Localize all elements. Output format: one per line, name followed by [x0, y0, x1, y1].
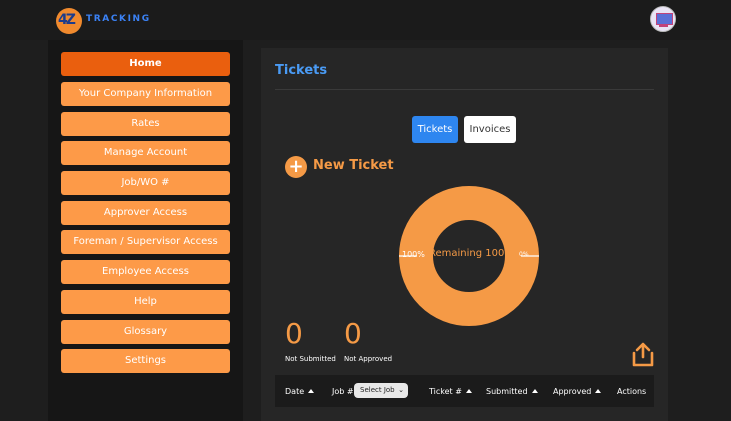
job-select[interactable]: Select Job ⌄ — [354, 383, 408, 398]
column-label: Actions — [617, 387, 647, 396]
column-label: Approved — [553, 387, 592, 396]
column-actions: Actions — [617, 387, 646, 396]
donut-label-left: 100% — [402, 250, 425, 259]
sort-up-icon — [465, 389, 472, 393]
stat-not-submitted: 0 Not Submitted — [285, 317, 336, 364]
column-label: Ticket # — [429, 387, 462, 396]
chevron-down-icon: ⌄ — [398, 386, 404, 394]
column-approved[interactable]: Approved — [553, 387, 602, 396]
top-header: 4Z TRACKING — [0, 0, 731, 40]
sidebar-item-approver-access[interactable]: Approver Access — [61, 201, 230, 225]
column-ticket[interactable]: Ticket # — [429, 387, 472, 396]
stat-not-approved: 0 Not Approved — [344, 317, 393, 364]
donut-center-label: Remaining 100% — [429, 248, 514, 259]
sidebar-item-company-information[interactable]: Your Company Information — [61, 82, 230, 106]
sort-up-icon — [308, 389, 315, 393]
sidebar-item-employee-access[interactable]: Employee Access — [61, 260, 230, 284]
stat-label: Not Approved — [344, 355, 393, 363]
logo-mark: 4Z — [58, 12, 76, 28]
column-job: Job # — [332, 387, 354, 396]
tab-tickets[interactable]: Tickets — [412, 116, 458, 143]
stat-label: Not Submitted — [285, 355, 336, 363]
sidebar-item-help[interactable]: Help — [61, 290, 230, 314]
donut-label-right: 0% — [519, 251, 529, 258]
sort-up-icon — [531, 389, 538, 393]
sidebar-item-manage-account[interactable]: Manage Account — [61, 141, 230, 165]
column-submitted[interactable]: Submitted — [486, 387, 538, 396]
tab-invoices[interactable]: Invoices — [464, 116, 516, 143]
sidebar: Home Your Company Information Rates Mana… — [48, 40, 243, 421]
column-label: Date — [285, 387, 305, 396]
job-select-value: Select Job — [360, 386, 395, 394]
column-label: Submitted — [486, 387, 528, 396]
column-label: Job # — [332, 387, 354, 396]
new-ticket-label: New Ticket — [313, 158, 394, 173]
stat-value: 0 — [344, 317, 362, 350]
page-title: Tickets — [275, 63, 328, 78]
tickets-table-header: Date Job # Select Job ⌄ Ticket # Submitte… — [275, 375, 654, 407]
user-avatar[interactable] — [650, 6, 676, 32]
sidebar-item-job-wo[interactable]: Job/WO # — [61, 171, 230, 195]
share-upload-icon[interactable] — [631, 342, 655, 368]
sidebar-item-glossary[interactable]: Glossary — [61, 320, 230, 344]
column-date[interactable]: Date — [285, 387, 315, 396]
app-logo[interactable]: 4Z TRACKING — [56, 7, 149, 35]
logo-text: TRACKING — [86, 14, 151, 24]
sidebar-item-home[interactable]: Home — [61, 52, 230, 76]
main-panel: Tickets Tickets Invoices + New Ticket 10… — [261, 48, 668, 421]
avatar-stand — [659, 24, 668, 27]
stat-value: 0 — [285, 317, 303, 350]
title-divider — [275, 89, 654, 90]
sort-up-icon — [595, 389, 602, 393]
sidebar-item-rates[interactable]: Rates — [61, 112, 230, 136]
plus-icon: + — [285, 156, 307, 178]
sidebar-item-settings[interactable]: Settings — [61, 349, 230, 373]
sidebar-item-foreman-supervisor-access[interactable]: Foreman / Supervisor Access — [61, 230, 230, 254]
